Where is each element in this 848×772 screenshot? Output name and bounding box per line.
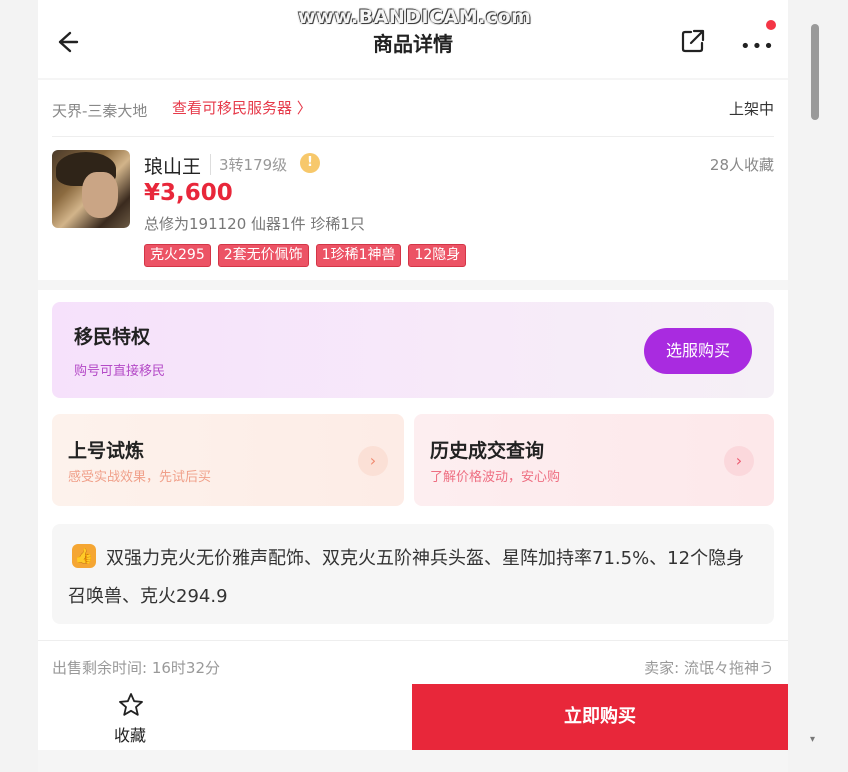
app-screen: 商品详情 ••• 天界-三秦大地 查看可移民服务器 〉 上架中 琅山王 3转17… [38, 0, 788, 772]
chevron-right-icon: › [358, 446, 388, 476]
notification-dot [766, 20, 776, 30]
bottom-strip [38, 750, 788, 772]
buy-now-button[interactable]: 立即购买 [412, 684, 788, 750]
divider [52, 136, 774, 137]
trial-tile[interactable]: 上号试炼 感受实战效果，先试后买 › [52, 414, 404, 506]
trial-title: 上号试炼 [68, 440, 145, 462]
seller-name[interactable]: 卖家: 流氓々拖神う [644, 657, 774, 678]
migration-subtitle: 购号可直接移民 [74, 364, 166, 379]
tag: 1珍稀1神兽 [315, 244, 402, 267]
more-icon[interactable]: ••• [740, 36, 775, 57]
sale-info-row: 出售剩余时间: 16时32分 卖家: 流氓々拖神う [38, 640, 788, 685]
collect-label: 收藏 [114, 726, 147, 745]
avatar-face [82, 172, 118, 218]
scroll-down-arrow-icon[interactable]: ▾ [810, 734, 815, 745]
role-name: 琅山王 [144, 156, 202, 178]
role-avatar[interactable] [52, 150, 130, 228]
history-title: 历史成交查询 [430, 440, 545, 462]
services-card: 移民特权 购号可直接移民 选服购买 上号试炼 感受实战效果，先试后买 › 历史成… [38, 290, 788, 640]
chevron-right-icon: › [724, 446, 754, 476]
history-subtitle: 了解价格波动，安心购 [430, 470, 561, 485]
highlight-box: 👍 双强力克火无价雅声配饰、双克火五阶神兵头盔、星阵加持率71.5%、12个隐身… [52, 524, 774, 624]
server-name: 天界-三秦大地 [52, 102, 148, 120]
scrollbar[interactable] [811, 24, 819, 120]
listing-status: 上架中 [728, 100, 774, 118]
migrate-server-link[interactable]: 查看可移民服务器 〉 [172, 97, 312, 118]
tag-list: 克火295 2套无价佩饰 1珍稀1神兽 12隐身 [144, 244, 467, 267]
trial-subtitle: 感受实战效果，先试后买 [68, 470, 212, 485]
tag: 克火295 [144, 244, 211, 267]
collect-button[interactable]: 收藏 [38, 684, 412, 750]
share-icon[interactable] [680, 28, 706, 54]
migration-title: 移民特权 [74, 326, 151, 348]
tag: 12隐身 [408, 244, 467, 267]
role-stats: 总修为191120 仙器1件 珍稀1只 [144, 215, 365, 233]
bottom-action-bar: 收藏 立即购买 [38, 684, 788, 750]
bandicam-watermark: www.BANDICAM.com [298, 6, 532, 28]
info-icon[interactable]: ! [300, 153, 320, 173]
tag: 2套无价佩饰 [217, 244, 309, 267]
star-icon [119, 693, 143, 716]
migration-banner: 移民特权 购号可直接移民 选服购买 [52, 302, 774, 398]
highlight-text: 双强力克火无价雅声配饰、双克火五阶神兵头盔、星阵加持率71.5%、12个隐身召唤… [68, 548, 745, 607]
history-tile[interactable]: 历史成交查询 了解价格波动，安心购 › [414, 414, 774, 506]
role-level: 3转179级 [210, 154, 287, 175]
time-remaining: 出售剩余时间: 16时32分 [52, 659, 220, 677]
price: ¥3,600 [144, 180, 233, 206]
product-card: 天界-三秦大地 查看可移民服务器 〉 上架中 琅山王 3转179级 ! 28人收… [38, 80, 788, 280]
page-title: 商品详情 [373, 32, 453, 56]
select-server-buy-button[interactable]: 选服购买 [644, 328, 752, 374]
favorite-count: 28人收藏 [709, 156, 774, 174]
